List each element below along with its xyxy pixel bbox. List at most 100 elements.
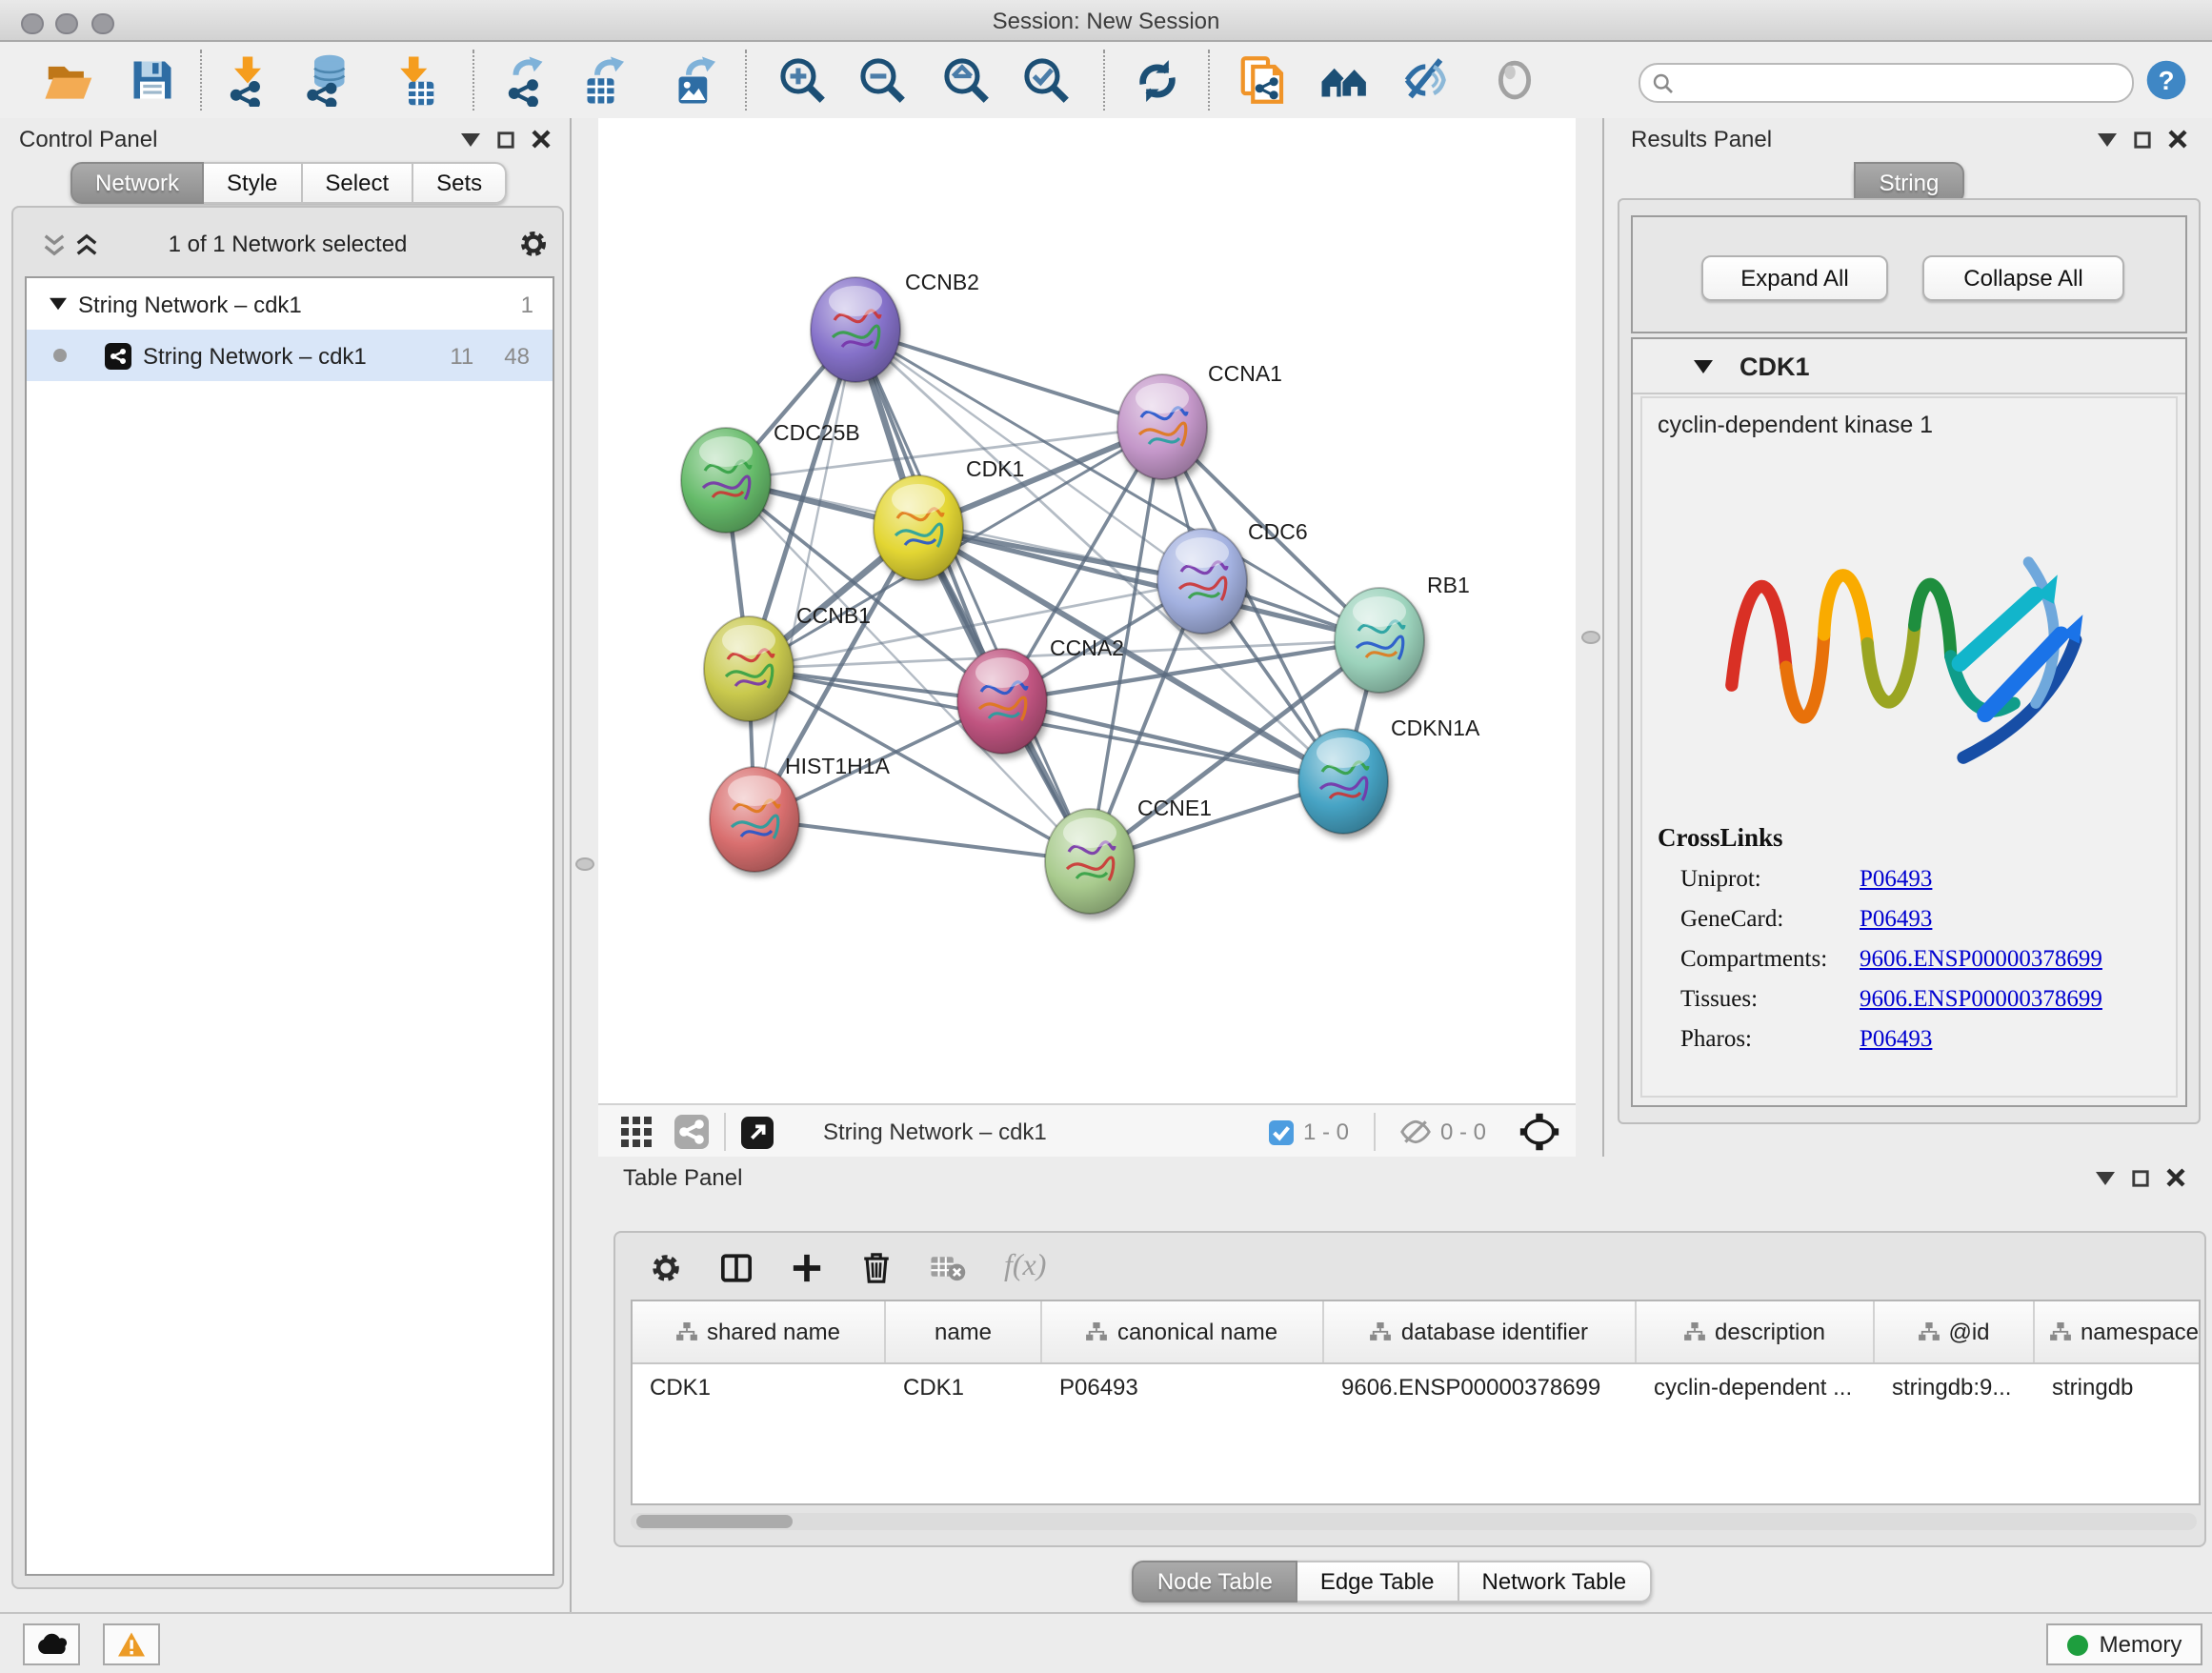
network-row-selected[interactable]: String Network – cdk1 11 48: [27, 330, 553, 381]
column-header-name[interactable]: name: [886, 1301, 1042, 1362]
table-tab-network-table[interactable]: Network Table: [1459, 1561, 1652, 1602]
gear-icon[interactable]: [518, 229, 549, 259]
close-panel-icon[interactable]: [2166, 1168, 2185, 1187]
network-view-mode-icon[interactable]: [674, 1115, 709, 1149]
delete-table-icon[interactable]: [930, 1253, 966, 1281]
open-session-button[interactable]: [40, 53, 93, 107]
scrollbar-thumb[interactable]: [636, 1515, 793, 1528]
control-tab-select[interactable]: Select: [302, 162, 413, 204]
table-row[interactable]: CDK1CDK1P064939606.ENSP00000378699cyclin…: [633, 1364, 2199, 1410]
table-cell[interactable]: stringdb:9...: [1875, 1374, 2035, 1401]
zoom-out-button[interactable]: [855, 53, 909, 107]
control-tab-style[interactable]: Style: [204, 162, 302, 204]
pan-crosshair-icon[interactable]: [1518, 1111, 1560, 1153]
export-image-button[interactable]: [669, 53, 722, 107]
network-collection-row[interactable]: String Network – cdk1 1: [27, 278, 553, 330]
zoom-in-button[interactable]: [775, 53, 829, 107]
table-horizontal-scrollbar[interactable]: [631, 1513, 2197, 1530]
export-network-button[interactable]: [499, 53, 553, 107]
zoom-selected-button[interactable]: [1019, 53, 1073, 107]
warnings-button[interactable]: [103, 1623, 160, 1665]
float-panel-icon[interactable]: [497, 131, 514, 148]
table-cell[interactable]: stringdb: [2035, 1374, 2201, 1401]
detach-view-icon[interactable]: [741, 1116, 774, 1148]
right-splitter[interactable]: [1576, 118, 1602, 1157]
close-panel-icon[interactable]: [532, 130, 551, 149]
control-tab-sets[interactable]: Sets: [413, 162, 507, 204]
splitter-handle[interactable]: [575, 857, 594, 871]
panel-menu-icon[interactable]: [461, 132, 480, 146]
add-column-icon[interactable]: [791, 1251, 823, 1283]
crosslink-link[interactable]: 9606.ENSP00000378699: [1860, 985, 2102, 1014]
expand-all-button[interactable]: Expand All: [1701, 255, 1888, 301]
selected-checkbox-icon[interactable]: [1269, 1119, 1294, 1144]
table-cell[interactable]: CDK1: [886, 1374, 1042, 1401]
network-node-CCNE1[interactable]: CCNE1: [1045, 796, 1212, 914]
import-network-button[interactable]: [221, 53, 274, 107]
tree-expander-icon[interactable]: [50, 297, 67, 311]
network-view-title: String Network – cdk1: [823, 1119, 1047, 1145]
table-tab-edge-table[interactable]: Edge Table: [1297, 1561, 1459, 1602]
network-node-RB1[interactable]: RB1: [1335, 573, 1470, 693]
network-node-CDK1[interactable]: CDK1: [874, 456, 1024, 580]
export-table-button[interactable]: [577, 53, 631, 107]
table-settings-gear-icon[interactable]: [650, 1251, 682, 1283]
collapse-all-button[interactable]: Collapse All: [1922, 255, 2124, 301]
zoom-fit-button[interactable]: [939, 53, 993, 107]
float-panel-icon[interactable]: [2132, 1169, 2149, 1186]
column-header-description[interactable]: description: [1637, 1301, 1875, 1362]
float-panel-icon[interactable]: [2134, 131, 2151, 148]
copy-network-button[interactable]: [1235, 53, 1288, 107]
help-button[interactable]: ?: [2140, 53, 2193, 107]
table-tab-node-table[interactable]: Node Table: [1133, 1561, 1297, 1602]
delete-column-trash-icon[interactable]: [861, 1251, 892, 1283]
refresh-button[interactable]: [1130, 53, 1183, 107]
table-cell[interactable]: cyclin-dependent ...: [1637, 1374, 1875, 1401]
crosslink-link[interactable]: 9606.ENSP00000378699: [1860, 945, 2102, 974]
panel-menu-icon[interactable]: [2096, 1171, 2115, 1184]
column-header-shared-name[interactable]: shared name: [633, 1301, 886, 1362]
network-view-canvas[interactable]: CCNB2CCNA1CDC25BCDK1CDC6RB1CCNB1CCNA2CDK…: [598, 118, 1576, 1103]
grid-view-icon[interactable]: [621, 1117, 652, 1147]
show-columns-icon[interactable]: [720, 1251, 753, 1283]
table-cell[interactable]: 9606.ENSP00000378699: [1324, 1374, 1637, 1401]
network-node-HIST1H1A[interactable]: HIST1H1A: [710, 754, 891, 872]
column-header-database-identifier[interactable]: database identifier: [1324, 1301, 1637, 1362]
network-node-CCNB1[interactable]: CCNB1: [704, 603, 871, 721]
section-expander-icon[interactable]: [1694, 359, 1713, 373]
crosslink-row: Uniprot:P06493: [1680, 865, 2176, 894]
home-button[interactable]: [1318, 53, 1372, 107]
hide-selection-button[interactable]: [1400, 53, 1454, 107]
network-graph[interactable]: CCNB2CCNA1CDC25BCDK1CDC6RB1CCNB1CCNA2CDK…: [598, 118, 1576, 1103]
crosslink-link[interactable]: P06493: [1860, 865, 1932, 894]
show-all-button[interactable]: [1488, 53, 1541, 107]
import-database-button[interactable]: [301, 53, 354, 107]
gene-section-header[interactable]: CDK1: [1633, 339, 2185, 394]
import-table-button[interactable]: [389, 53, 442, 107]
crosslink-link[interactable]: P06493: [1860, 905, 1932, 934]
crosslinks-title: CrossLinks: [1658, 823, 2176, 854]
table-cell[interactable]: P06493: [1042, 1374, 1324, 1401]
crosslink-link[interactable]: P06493: [1860, 1025, 1932, 1054]
network-node-CDKN1A[interactable]: CDKN1A: [1298, 716, 1480, 834]
minimize-window-button[interactable]: [55, 12, 77, 34]
panel-menu-icon[interactable]: [2098, 132, 2117, 146]
save-session-button[interactable]: [126, 53, 179, 107]
close-window-button[interactable]: [21, 12, 43, 34]
crosslinks-list: Uniprot:P06493GeneCard:P06493Compartment…: [1658, 865, 2176, 1054]
close-panel-icon[interactable]: [2168, 130, 2187, 149]
control-tab-network[interactable]: Network: [70, 162, 204, 204]
table-cell[interactable]: CDK1: [633, 1374, 886, 1401]
network-view-toolbar: String Network – cdk1 1 - 0 0 - 0: [598, 1103, 1576, 1159]
node-label-CCNA1: CCNA1: [1208, 361, 1282, 386]
column-header--id[interactable]: @id: [1875, 1301, 2035, 1362]
zoom-window-button[interactable]: [91, 12, 113, 34]
column-header-namespace[interactable]: namespace: [2035, 1301, 2201, 1362]
cloud-button[interactable]: [23, 1623, 80, 1665]
splitter-handle[interactable]: [1581, 631, 1600, 644]
hidden-eye-icon[interactable]: [1400, 1119, 1431, 1145]
network-icon: [105, 342, 131, 369]
memory-button[interactable]: Memory: [2046, 1623, 2202, 1665]
search-input[interactable]: [1682, 67, 2121, 99]
column-header-canonical-name[interactable]: canonical name: [1042, 1301, 1324, 1362]
